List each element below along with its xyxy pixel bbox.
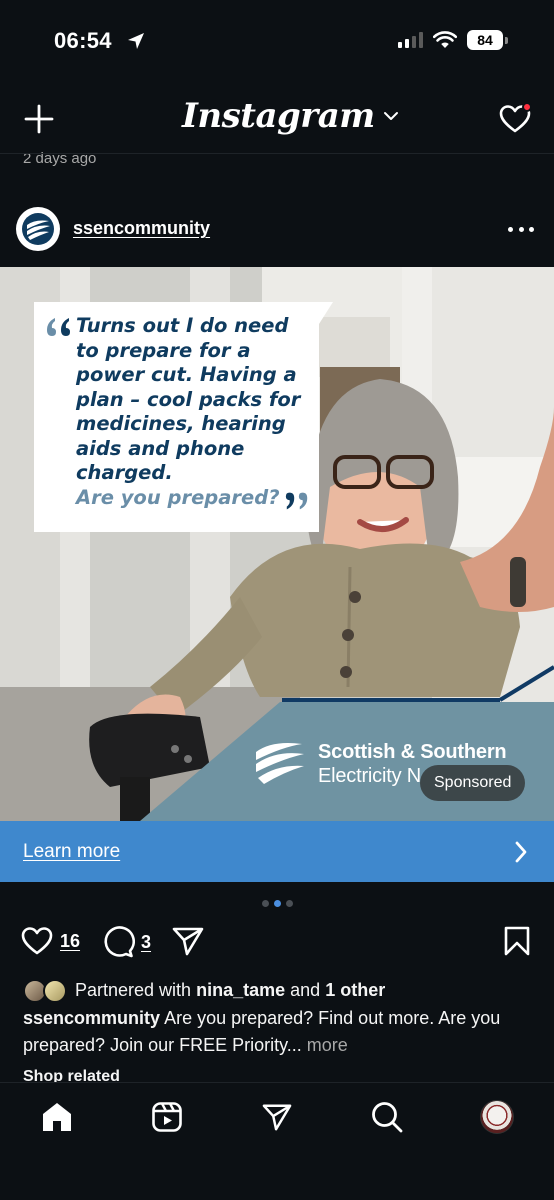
learn-more-label: Learn more	[23, 841, 121, 862]
app-header: Instagram	[0, 84, 554, 154]
send-icon	[262, 1104, 292, 1131]
post-header: ssencommunity	[0, 205, 554, 253]
bookmark-icon[interactable]	[503, 925, 531, 957]
partner-text: Partnered with nina_tame and 1 other	[75, 977, 385, 1004]
tab-reels[interactable]	[149, 1099, 185, 1135]
comment-icon	[104, 926, 135, 958]
search-icon	[372, 1102, 403, 1133]
tab-search[interactable]	[369, 1099, 405, 1135]
post-avatar[interactable]	[16, 207, 60, 251]
share-icon[interactable]	[171, 925, 205, 957]
carousel-dot	[285, 900, 293, 907]
notification-dot	[522, 102, 532, 112]
caption-username[interactable]: ssencommunity	[23, 1008, 160, 1028]
partner-and: and	[290, 980, 321, 1000]
carousel-indicator	[0, 900, 554, 907]
caption-text: ssencommunity Are you prepared? Find out…	[23, 1005, 533, 1059]
tab-messages[interactable]	[259, 1099, 295, 1135]
status-time: 06:54	[54, 28, 112, 53]
comment-button[interactable]: 3	[101, 925, 151, 959]
instagram-logo: Instagram	[182, 96, 375, 136]
notifications-button[interactable]	[498, 102, 532, 136]
learn-more-button[interactable]: Learn more	[0, 821, 554, 882]
brand-name-line2: Electricity N	[318, 765, 421, 787]
partner-avatars[interactable]	[23, 978, 69, 1003]
tab-profile[interactable]	[479, 1099, 515, 1135]
reels-icon	[152, 1102, 182, 1132]
header-divider	[0, 153, 554, 154]
signal-icon	[398, 32, 423, 48]
location-arrow-icon	[128, 33, 144, 49]
like-button[interactable]: 16	[20, 925, 80, 957]
tab-home[interactable]	[39, 1099, 75, 1135]
bottom-tab-bar	[0, 1083, 554, 1200]
brand-name-line1: Scottish & Southern	[318, 741, 507, 763]
post-actions: 16 3	[0, 925, 554, 961]
plus-icon[interactable]	[24, 104, 54, 134]
quote-open-icon	[47, 318, 70, 336]
chevron-down-icon	[383, 112, 398, 120]
quote-text: Turns out I do need to prepare for a pow…	[76, 314, 301, 484]
quote-card: Turns out I do need to prepare for a pow…	[34, 302, 333, 532]
quote-close-icon	[285, 492, 308, 510]
quote-question: Are you prepared?	[76, 486, 280, 509]
partner-other[interactable]: 1 other	[325, 980, 385, 1000]
partner-name[interactable]: nina_tame	[196, 980, 285, 1000]
chevron-right-icon	[515, 841, 527, 863]
wifi-icon	[433, 31, 457, 48]
sse-logo-icon	[256, 743, 304, 784]
status-bar: 06:54 84	[0, 0, 554, 84]
more-options-icon[interactable]	[508, 219, 534, 239]
partner-avatar	[43, 978, 67, 1003]
ssen-logo-icon	[22, 213, 54, 245]
home-icon	[43, 1103, 71, 1131]
profile-avatar	[480, 1100, 514, 1134]
like-count[interactable]: 16	[60, 931, 80, 952]
caption-more-link[interactable]: more	[307, 1035, 348, 1055]
status-indicators: 84	[398, 30, 508, 50]
sponsored-label[interactable]: Sponsored	[420, 765, 526, 801]
battery-icon: 84	[467, 30, 508, 50]
battery-level: 84	[467, 30, 503, 50]
carousel-dot	[261, 900, 269, 907]
shop-related-label[interactable]: Shop related	[23, 1068, 120, 1082]
caption-area: Partnered with nina_tame and 1 other sse…	[23, 977, 533, 1059]
heart-icon	[21, 927, 53, 955]
comment-count[interactable]: 3	[141, 932, 151, 953]
partner-label: Partnered with	[75, 980, 192, 1000]
instagram-logo-dropdown[interactable]: Instagram	[182, 96, 399, 136]
carousel-dot-active	[273, 900, 281, 907]
partner-row: Partnered with nina_tame and 1 other	[23, 977, 533, 1004]
post-username[interactable]: ssencommunity	[73, 218, 210, 239]
